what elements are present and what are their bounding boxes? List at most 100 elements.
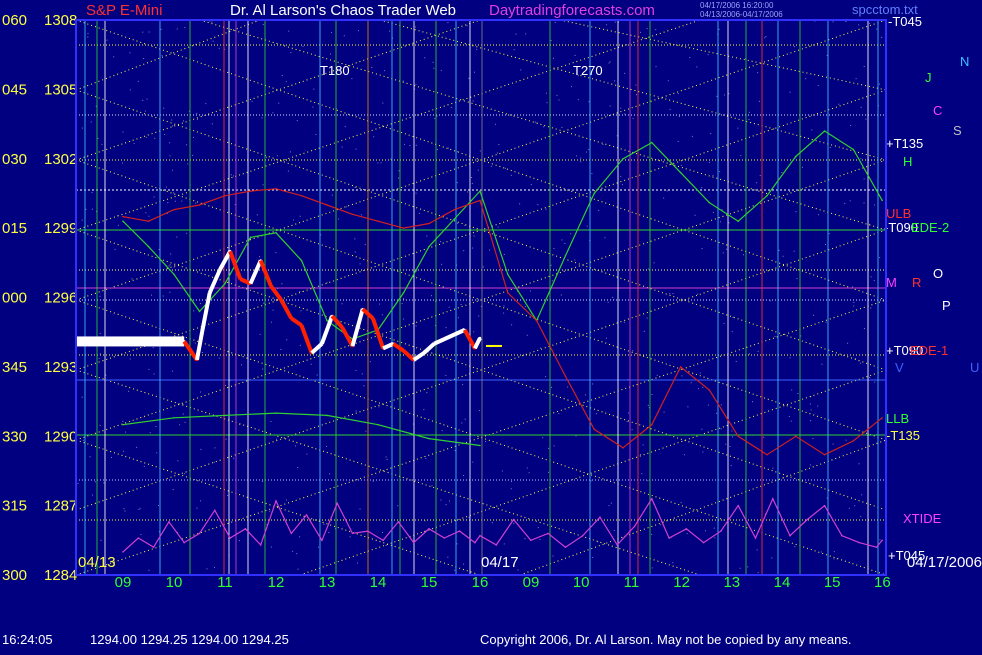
forecast-point-2	[795, 155, 797, 158]
forecast-point-1	[367, 530, 369, 532]
forecast-point-3	[622, 447, 624, 449]
forecast-point-3	[651, 423, 653, 426]
right-label: -T135	[886, 428, 920, 443]
x-tick-label: 14	[370, 574, 387, 591]
forecast-point-1	[198, 532, 201, 535]
forecast-point-2	[507, 273, 509, 276]
x-tick-label: 14	[774, 574, 791, 591]
forecast-point-4	[428, 437, 430, 440]
forecast-point-2	[737, 220, 739, 222]
right-label: N	[960, 54, 969, 69]
forecast-point-1	[382, 539, 384, 542]
forecast-point-1	[530, 539, 532, 542]
forecast-point-3	[326, 204, 328, 206]
forecast-point-3	[122, 215, 124, 218]
forecast-point-4	[479, 444, 481, 447]
forecast-point-4	[326, 414, 328, 417]
forecast-point-1	[616, 544, 619, 546]
forecast-point-2	[173, 273, 175, 276]
forecast-point-1	[789, 534, 791, 537]
forecast-point-1	[841, 534, 843, 537]
forecast-point-1	[720, 530, 722, 532]
forecast-point-2	[622, 157, 624, 160]
forecast-point-1	[737, 504, 739, 507]
site-label: Daytradingforecasts.com	[489, 2, 655, 19]
forecast-point-3	[275, 188, 277, 190]
forecast-point-3	[198, 204, 201, 206]
forecast-point-1	[122, 551, 124, 553]
forecast-point-2	[766, 194, 768, 197]
footer-time: 16:24:05	[2, 632, 53, 647]
x-tick-label: 09	[115, 574, 132, 591]
forecast-point-1	[275, 500, 277, 502]
forecast-point-3	[300, 194, 303, 197]
x-tick-label: 09	[523, 574, 540, 591]
forecast-point-1	[668, 537, 670, 539]
right-label: P	[942, 298, 951, 313]
forecast-point-1	[806, 518, 809, 521]
y-tick-angle: 015	[2, 220, 27, 237]
right-label: V	[895, 360, 904, 375]
forecast-point-1	[474, 541, 476, 544]
forecast-point-1	[702, 541, 705, 544]
forecast-point-1	[881, 539, 883, 542]
y-tick-angle: 315	[2, 498, 27, 515]
x-tick-label: 11	[624, 574, 640, 591]
right-label: +T135	[886, 136, 923, 151]
date-label: 04/17/2006	[907, 554, 982, 571]
forecast-point-3	[795, 435, 797, 438]
forecast-point-1	[479, 534, 481, 537]
forecast-point-1	[351, 532, 354, 535]
right-label: R	[912, 275, 921, 290]
forecast-point-1	[259, 544, 262, 546]
forecast-point-1	[290, 532, 293, 535]
stamp-line-2: 04/13/2006-04/17/2006	[700, 10, 783, 19]
forecast-point-2	[823, 130, 826, 132]
x-tick-label: 12	[268, 574, 285, 591]
x-tick-label: 12	[673, 574, 690, 591]
forecast-point-1	[443, 537, 446, 539]
cycle-label: T180	[320, 63, 350, 78]
forecast-point-2	[479, 190, 481, 192]
forecast-point-4	[122, 423, 124, 426]
forecast-point-1	[823, 504, 826, 507]
file-label: spcctom.txt	[852, 2, 918, 17]
forecast-point-2	[651, 141, 653, 144]
forecast-point-1	[229, 537, 231, 539]
forecast-point-3	[823, 453, 826, 456]
forecast-point-3	[173, 208, 175, 211]
y-tick-price: 1284	[44, 567, 77, 584]
forecast-point-2	[122, 220, 124, 222]
right-label: M	[886, 275, 897, 290]
forecast-point-1	[581, 534, 584, 537]
right-label: XTIDE	[903, 511, 942, 526]
forecast-point-3	[535, 319, 538, 322]
forecast-point-2	[428, 245, 430, 248]
chart-title: Dr. Al Larson's Chaos Trader Web	[230, 2, 457, 19]
forecast-point-1	[336, 502, 339, 505]
forecast-point-1	[428, 527, 430, 530]
forecast-point-1	[183, 541, 185, 544]
forecast-point-1	[214, 509, 216, 512]
date-label: 04/17	[481, 554, 519, 571]
x-tick-label: 15	[421, 574, 438, 591]
forecast-point-1	[412, 541, 415, 544]
forecast-point-1	[495, 544, 498, 546]
y-tick-price: 1293	[44, 359, 77, 376]
forecast-point-3	[428, 222, 430, 225]
forecast-point-1	[512, 518, 515, 521]
forecast-point-3	[881, 416, 883, 419]
forecast-point-2	[708, 201, 711, 204]
forecast-point-1	[137, 537, 140, 539]
forecast-point-1	[547, 532, 549, 535]
right-label: EDE-1	[910, 343, 948, 358]
forecast-point-2	[402, 292, 405, 294]
y-tick-angle: 030	[2, 151, 27, 168]
forecast-point-2	[326, 319, 328, 322]
instrument-label: S&P E-Mini	[86, 2, 163, 19]
forecast-point-2	[881, 199, 883, 202]
y-tick-angle: 330	[2, 428, 27, 445]
forecast-point-1	[458, 530, 461, 532]
forecast-point-2	[852, 148, 855, 151]
forecast-point-3	[402, 227, 405, 229]
